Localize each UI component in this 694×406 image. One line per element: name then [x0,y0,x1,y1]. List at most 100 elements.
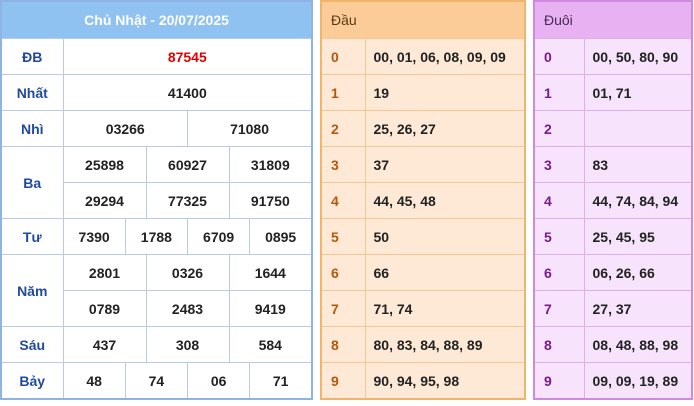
head-row: 8 80, 83, 84, 88, 89 [320,326,526,363]
head-row: 5 50 [320,218,526,255]
tail-row: 5 25, 45, 95 [533,218,693,255]
tail-digit: 1 [533,74,585,111]
prize-number: 9419 [228,290,313,327]
head-row: 9 90, 94, 95, 98 [320,362,526,400]
prize-number: 29294 [62,182,147,219]
head-numbers: 19 [364,74,526,111]
head-numbers: 80, 83, 84, 88, 89 [364,326,526,363]
head-digit: 5 [320,218,366,255]
prize-number: 71 [249,362,313,400]
tail-row: 4 44, 74, 84, 94 [533,182,693,219]
head-row: 2 25, 26, 27 [320,110,526,147]
head-digit: 9 [320,362,366,400]
tail-digit: 9 [533,362,585,400]
head-digit-table: Đầu 0 00, 01, 06, 08, 09, 09 1 19 2 25, 26,… [320,0,526,400]
prize-number: 48 [62,362,126,400]
head-digit: 8 [320,326,366,363]
head-row: 6 66 [320,254,526,291]
special-prize-number: 87545 [62,38,313,75]
prize-row-nhat: Nhất 41400 [0,74,313,111]
head-table-header: Đầu [320,0,526,39]
prize-label-tu: Tư [0,218,64,255]
prize-number: 0895 [249,218,313,255]
prize-label-nhi: Nhì [0,110,64,147]
tail-digit: 4 [533,182,585,219]
head-row: 3 37 [320,146,526,183]
tail-numbers: 27, 37 [583,290,693,327]
prize-number: 31809 [228,146,313,183]
tail-row: 2 [533,110,693,147]
tail-row: 6 06, 26, 66 [533,254,693,291]
head-digit: 7 [320,290,366,327]
prize-number: 91750 [228,182,313,219]
head-numbers: 44, 45, 48 [364,182,526,219]
prize-row-nhi: Nhì 03266 71080 [0,110,313,147]
head-row: 4 44, 45, 48 [320,182,526,219]
prize-number: 0789 [62,290,147,327]
head-digit: 2 [320,110,366,147]
tail-numbers: 06, 26, 66 [583,254,693,291]
head-digit: 3 [320,146,366,183]
prize-number: 41400 [62,74,313,111]
head-row: 1 19 [320,74,526,111]
prize-number: 308 [145,326,230,363]
head-numbers: 00, 01, 06, 08, 09, 09 [364,38,526,75]
head-digit: 0 [320,38,366,75]
prize-number: 6709 [186,218,251,255]
prize-row-bay: Bảy 48 74 06 71 [0,362,313,400]
head-numbers: 37 [364,146,526,183]
prize-number: 1644 [228,254,313,291]
tail-digit: 8 [533,326,585,363]
prize-number: 25898 [62,146,147,183]
tail-row: 0 00, 50, 80, 90 [533,38,693,75]
prize-row-db: ĐB 87545 [0,38,313,75]
head-numbers: 25, 26, 27 [364,110,526,147]
tail-numbers: 01, 71 [583,74,693,111]
tail-digit: 0 [533,38,585,75]
tail-digit-table: Đuôi 0 00, 50, 80, 90 1 01, 71 2 3 83 4 44, … [533,0,693,400]
prize-number: 0326 [145,254,230,291]
tail-digit: 3 [533,146,585,183]
prize-label-nhat: Nhất [0,74,64,111]
prize-number: 584 [228,326,313,363]
tail-numbers: 09, 09, 19, 89 [583,362,693,400]
prize-number: 71080 [187,110,313,147]
tail-digit: 5 [533,218,585,255]
head-numbers: 66 [364,254,526,291]
prize-label-sau: Sáu [0,326,64,363]
tail-digit: 7 [533,290,585,327]
prize-label-ba: Ba [0,146,64,219]
tail-numbers: 83 [583,146,693,183]
prize-number: 7390 [62,218,126,255]
prize-number: 437 [62,326,147,363]
tail-row: 1 01, 71 [533,74,693,111]
prize-number: 60927 [145,146,230,183]
prize-number: 1788 [124,218,189,255]
tail-numbers: 25, 45, 95 [583,218,693,255]
prize-number: 2801 [62,254,147,291]
head-digit: 4 [320,182,366,219]
tail-digit: 6 [533,254,585,291]
tail-row: 8 08, 48, 88, 98 [533,326,693,363]
head-numbers: 90, 94, 95, 98 [364,362,526,400]
prize-row-ba: Ba 25898 60927 31809 [0,146,313,219]
tail-numbers: 44, 74, 84, 94 [583,182,693,219]
prize-label-bay: Bảy [0,362,64,400]
head-digit: 1 [320,74,366,111]
prize-number: 03266 [62,110,188,147]
prize-row-nam: Năm 2801 0326 1644 [0,254,313,327]
prize-number: 06 [186,362,251,400]
tail-row: 7 27, 37 [533,290,693,327]
tail-numbers: 08, 48, 88, 98 [583,326,693,363]
results-table: Chủ Nhật - 20/07/2025 ĐB 87545 Nhất 4140… [0,0,314,400]
prize-number: 2483 [145,290,230,327]
head-row: 0 00, 01, 06, 08, 09, 09 [320,38,526,75]
prize-label-db: ĐB [0,38,64,75]
prize-number: 77325 [145,182,230,219]
prize-label-nam: Năm [0,254,64,327]
head-digit: 6 [320,254,366,291]
prize-row-tu: Tư 7390 1788 6709 0895 [0,218,313,255]
head-row: 7 71, 74 [320,290,526,327]
head-numbers: 71, 74 [364,290,526,327]
tail-table-header: Đuôi [533,0,693,39]
